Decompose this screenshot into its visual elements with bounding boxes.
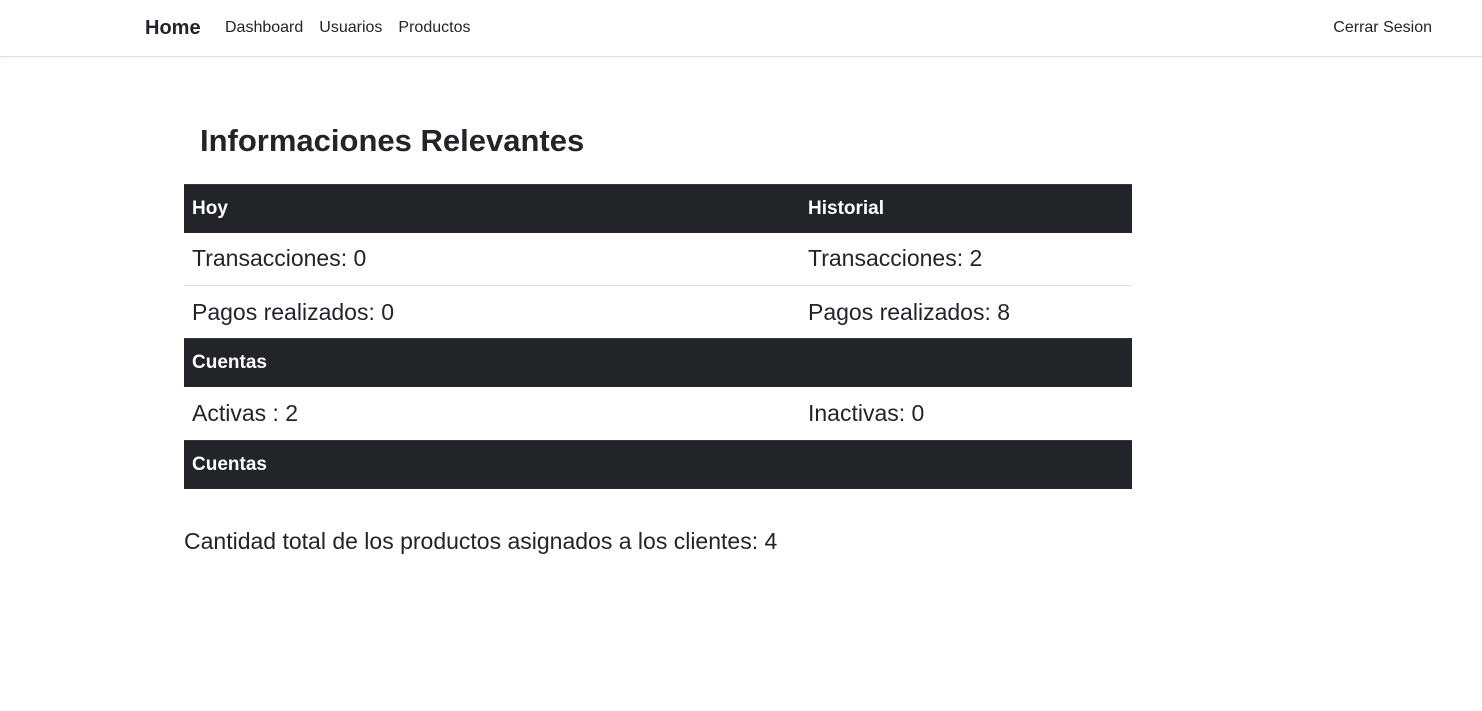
nav-link-dashboard[interactable]: Dashboard	[225, 19, 303, 37]
top-navbar: Home Dashboard Usuarios Productos Cerrar…	[0, 0, 1482, 57]
info-table: Hoy Historial Transacciones: 0 Transacci…	[184, 184, 1132, 489]
products-summary: Cantidad total de los productos asignado…	[184, 528, 778, 554]
table-header-row: Cuentas	[184, 440, 1132, 489]
history-transactions: Transacciones: 2	[800, 232, 1132, 286]
brand-home-link[interactable]: Home	[145, 17, 201, 40]
header-cuentas: Cuentas	[184, 338, 800, 387]
table-row: Activas : 2 Inactivas: 0	[184, 387, 1132, 441]
today-payments: Pagos realizados: 0	[192, 298, 395, 325]
header-hoy: Hoy	[184, 184, 800, 233]
table-row: Pagos realizados: 0 Pagos realizados: 8	[184, 286, 1132, 339]
active-accounts: Activas : 2	[192, 399, 299, 426]
logout-link[interactable]: Cerrar Sesion	[1333, 19, 1432, 37]
table-row: Transacciones: 0 Transacciones: 2	[184, 232, 1132, 286]
inactive-accounts: Inactivas: 0	[808, 399, 925, 426]
header-empty	[800, 338, 1132, 387]
table-header-row: Cuentas	[184, 338, 1132, 387]
header-cuentas-2: Cuentas	[184, 440, 800, 489]
history-payments: Pagos realizados: 8	[808, 298, 1011, 325]
table-header-row: Hoy Historial	[184, 184, 1132, 233]
page-title: Informaciones Relevantes	[200, 123, 585, 158]
today-transactions: Transacciones: 0	[184, 232, 800, 286]
header-historial: Historial	[800, 184, 1132, 233]
header-empty-2	[800, 440, 1132, 489]
nav-links: Dashboard Usuarios Productos	[225, 19, 470, 37]
nav-link-productos[interactable]: Productos	[398, 19, 470, 37]
nav-link-usuarios[interactable]: Usuarios	[319, 19, 382, 37]
